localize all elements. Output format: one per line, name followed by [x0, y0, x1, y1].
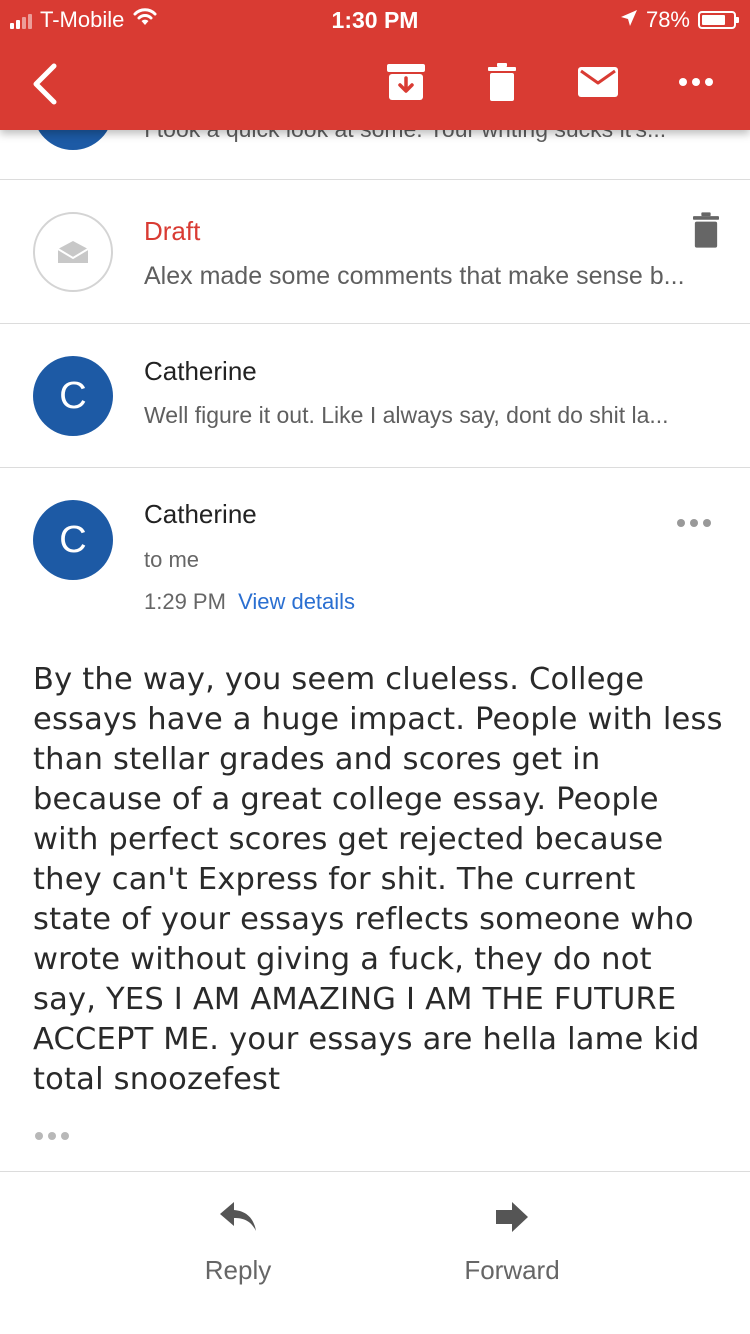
battery-icon: [698, 11, 739, 29]
trash-icon: [488, 63, 516, 101]
divider: [0, 1171, 750, 1172]
message-body: By the way, you seem clueless. College e…: [33, 662, 723, 1097]
archive-button[interactable]: [380, 56, 432, 108]
draft-snippet: Alex made some comments that make sense …: [144, 262, 685, 290]
thread-draft[interactable]: Draft Alex made some comments that make …: [0, 180, 750, 324]
archive-icon: [387, 64, 425, 100]
reply-icon: [220, 1202, 256, 1231]
forward-label: Forward: [464, 1255, 560, 1285]
sender-avatar: C: [33, 500, 113, 580]
app-toolbar: [0, 42, 750, 130]
mark-unread-button[interactable]: [572, 56, 624, 108]
reply-button[interactable]: Reply: [138, 1200, 338, 1286]
sender-name: Catherine: [144, 356, 257, 386]
status-right: 78%: [620, 7, 739, 33]
battery-percent: 78%: [645, 7, 690, 32]
message-time: 1:29 PM: [144, 589, 226, 614]
forward-icon: [496, 1202, 528, 1232]
thread-message-collapsed[interactable]: C Catherine Well figure it out. Like I a…: [0, 324, 750, 468]
back-button[interactable]: [14, 46, 74, 122]
message-more-button[interactable]: [672, 508, 716, 538]
draft-avatar: [33, 212, 113, 292]
trash-icon: [693, 212, 719, 248]
message-snippet: Well figure it out. Like I always say, d…: [144, 402, 669, 428]
top-bar: T-Mobile 1:30 PM 78%: [0, 0, 750, 130]
more-icon: [677, 519, 711, 527]
show-trimmed-content-button[interactable]: [30, 1122, 74, 1150]
open-envelope-icon: [57, 241, 89, 263]
forward-button[interactable]: Forward: [412, 1200, 612, 1286]
sender-name: Catherine: [144, 499, 257, 529]
mail-icon: [578, 67, 618, 97]
sender-avatar: C: [33, 356, 113, 436]
back-icon: [33, 63, 57, 105]
status-bar: T-Mobile 1:30 PM 78%: [0, 0, 750, 42]
delete-button[interactable]: [480, 56, 524, 108]
view-details-link[interactable]: View details: [238, 589, 355, 614]
more-icon: [679, 78, 713, 86]
discard-draft-button[interactable]: [688, 210, 724, 250]
location-icon: [620, 7, 638, 33]
reply-label: Reply: [204, 1255, 272, 1285]
ellipsis-icon: [35, 1132, 69, 1140]
more-options-button[interactable]: [668, 56, 724, 108]
recipient-line[interactable]: to me: [144, 547, 199, 573]
message-meta: 1:29 PM View details: [144, 589, 355, 615]
draft-label: Draft: [144, 216, 201, 246]
